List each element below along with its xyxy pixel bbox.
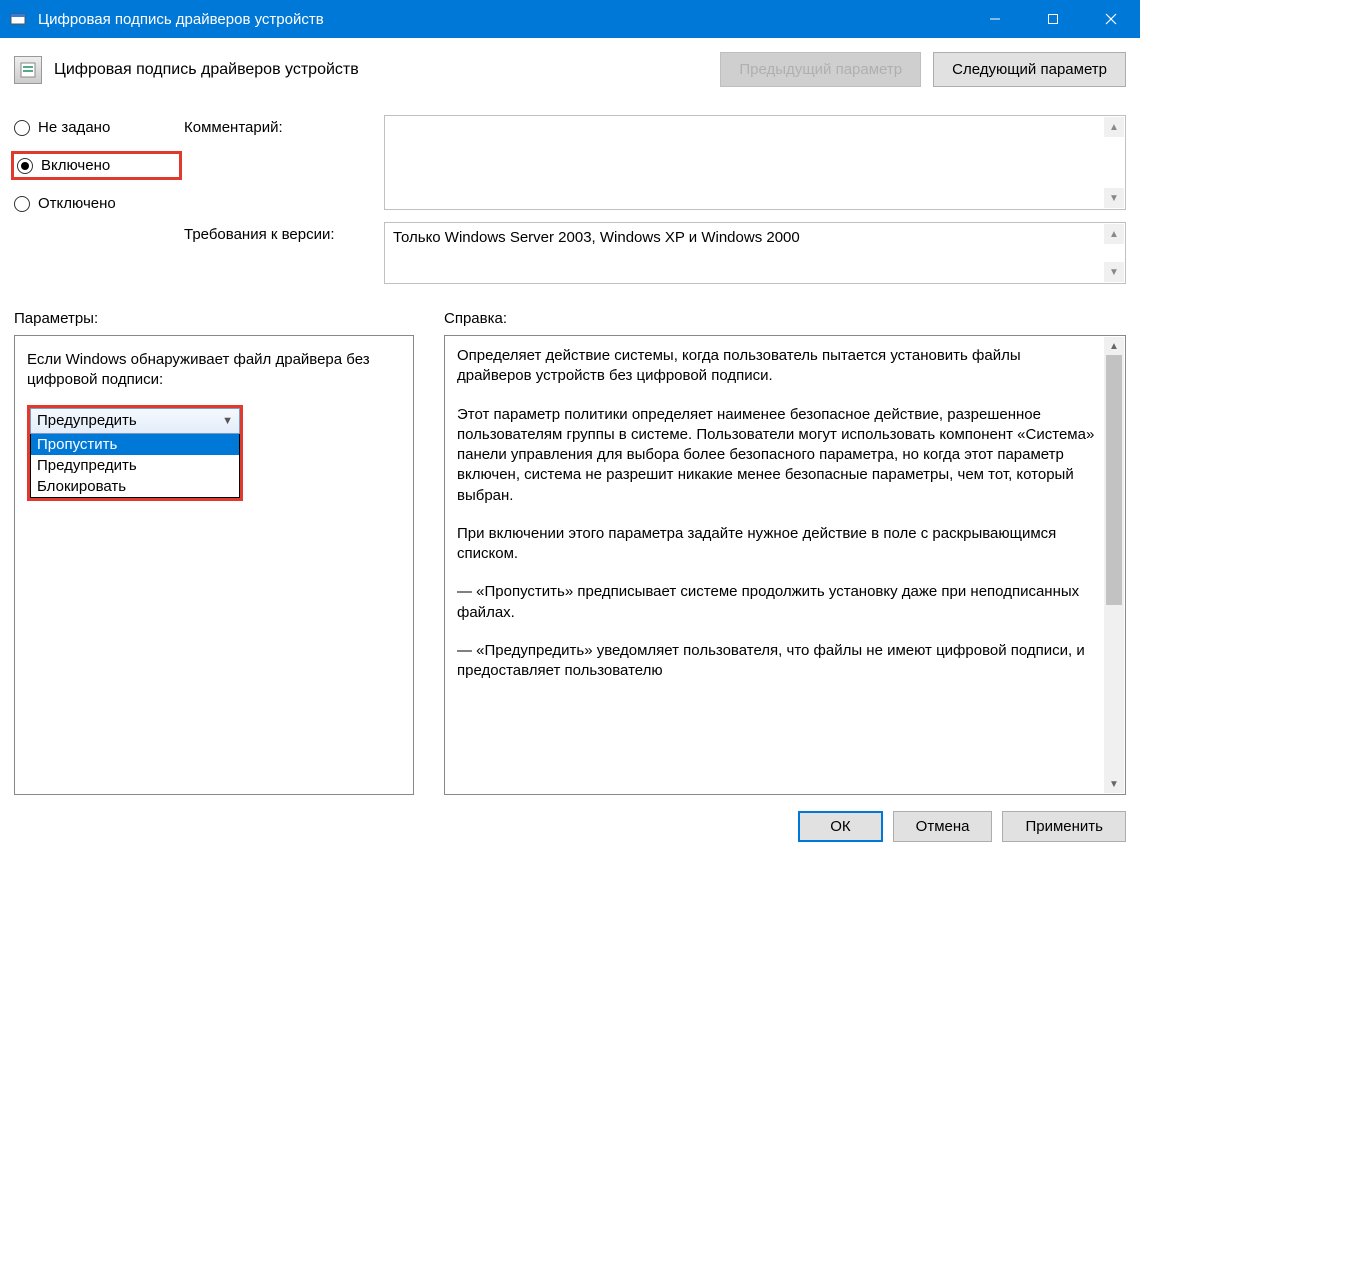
radio-label: Не задано xyxy=(38,119,110,136)
scroll-up-icon[interactable]: ▲ xyxy=(1104,224,1124,244)
help-paragraph: — «Пропустить» предписывает системе прод… xyxy=(457,582,1097,623)
scroll-up-icon[interactable]: ▲ xyxy=(1104,337,1124,355)
radio-enabled[interactable]: Включено xyxy=(11,151,182,180)
radio-label: Отключено xyxy=(38,195,116,212)
help-panel: Определяет действие системы, когда польз… xyxy=(444,335,1126,795)
dialog-footer: ОК Отмена Применить xyxy=(0,795,1140,858)
radio-icon xyxy=(14,120,30,136)
combobox-option[interactable]: Блокировать xyxy=(31,476,239,497)
help-paragraph: Этот параметр политики определяет наимен… xyxy=(457,405,1097,506)
cancel-button[interactable]: Отмена xyxy=(893,811,993,842)
window-title: Цифровая подпись драйверов устройств xyxy=(38,11,966,28)
chevron-down-icon: ▼ xyxy=(222,415,233,427)
parameters-label: Параметры: xyxy=(14,310,444,327)
combobox-option[interactable]: Предупредить xyxy=(31,455,239,476)
scrollbar-thumb[interactable] xyxy=(1106,355,1122,605)
maximize-button[interactable] xyxy=(1024,0,1082,38)
help-paragraph: — «Предупредить» уведомляет пользователя… xyxy=(457,641,1097,682)
requirements-label: Требования к версии: xyxy=(184,222,374,243)
apply-button[interactable]: Применить xyxy=(1002,811,1126,842)
requirements-text: Только Windows Server 2003, Windows XP и… xyxy=(393,229,800,246)
radio-icon xyxy=(17,158,33,174)
scrollbar[interactable]: ▲ ▼ xyxy=(1104,337,1124,793)
help-paragraph: Определяет действие системы, когда польз… xyxy=(457,346,1097,387)
combobox-value: Предупредить xyxy=(37,412,137,429)
next-setting-button[interactable]: Следующий параметр xyxy=(933,52,1126,87)
radio-not-configured[interactable]: Не задано xyxy=(14,119,174,136)
help-paragraph: При включении этого параметра задайте ну… xyxy=(457,524,1097,565)
policy-title: Цифровая подпись драйверов устройств xyxy=(54,61,708,79)
app-icon xyxy=(8,9,28,29)
comment-textarea[interactable]: ▲ ▼ xyxy=(384,115,1126,210)
parameters-panel: Если Windows обнаруживает файл драйвера … xyxy=(14,335,414,795)
comment-label: Комментарий: xyxy=(184,115,374,136)
scroll-down-icon[interactable]: ▼ xyxy=(1104,262,1124,282)
help-label: Справка: xyxy=(444,310,507,327)
requirements-box: Только Windows Server 2003, Windows XP и… xyxy=(384,222,1126,284)
titlebar[interactable]: Цифровая подпись драйверов устройств xyxy=(0,0,1140,38)
parameter-prompt: Если Windows обнаруживает файл драйвера … xyxy=(27,350,401,391)
action-combobox[interactable]: Предупредить ▼ xyxy=(30,408,240,434)
scroll-down-icon[interactable]: ▼ xyxy=(1104,775,1124,793)
previous-setting-button: Предыдущий параметр xyxy=(720,52,921,87)
minimize-button[interactable] xyxy=(966,0,1024,38)
policy-icon xyxy=(14,56,42,84)
scroll-up-icon[interactable]: ▲ xyxy=(1104,117,1124,137)
close-button[interactable] xyxy=(1082,0,1140,38)
radio-disabled[interactable]: Отключено xyxy=(14,195,174,212)
combobox-option[interactable]: Пропустить xyxy=(31,434,239,455)
combobox-dropdown: Пропустить Предупредить Блокировать xyxy=(30,434,240,498)
radio-icon xyxy=(14,196,30,212)
ok-button[interactable]: ОК xyxy=(798,811,882,842)
radio-label: Включено xyxy=(41,157,110,174)
scroll-down-icon[interactable]: ▼ xyxy=(1104,188,1124,208)
